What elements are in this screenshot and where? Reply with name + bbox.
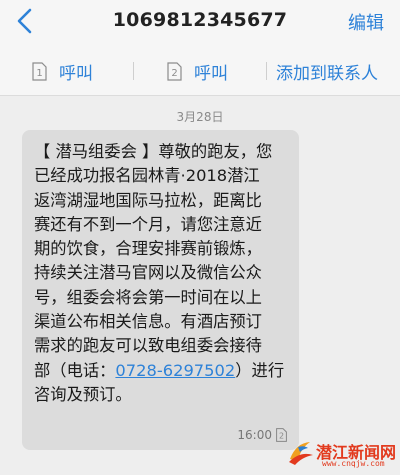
top-bar: 1069812345677 编辑	[0, 0, 400, 44]
conversation-title: 1069812345677	[112, 9, 288, 31]
sim2-icon: 2	[167, 61, 182, 81]
message-time: 16:00	[237, 428, 272, 442]
message-meta: 16:00 2	[237, 428, 287, 442]
message-line: 【 潜马组委会 】尊敬的跑友，您	[34, 142, 273, 161]
sim1-number: 1	[36, 68, 42, 79]
message-bubble[interactable]: 【 潜马组委会 】尊敬的跑友，您 已经成功报名园林青·2018潜江 返湾湖湿地国…	[22, 130, 299, 450]
message-line: 号，组委会将会第一时间在以上	[34, 287, 262, 307]
message-line: 咨询及预订。	[34, 384, 132, 404]
add-to-contacts-label: 添加到联系人	[276, 63, 378, 84]
phone-link[interactable]: 0728-6297502	[115, 361, 235, 380]
action-divider	[133, 62, 134, 80]
message-body: 【 潜马组委会 】尊敬的跑友，您 已经成功报名园林青·2018潜江 返湾湖湿地国…	[34, 140, 296, 407]
sim-badge-number: 2	[279, 432, 284, 441]
call-sim1-label: 呼叫	[59, 63, 93, 84]
action-bar: 1 呼叫 2 呼叫 添加到联系人	[0, 44, 400, 96]
message-date: 3月28日	[176, 110, 224, 124]
message-line: 持续关注潜马官网以及微信公众	[34, 263, 262, 283]
phone-prefix: 部（电话：	[34, 360, 116, 380]
message-line: 赛还有不到一个月，请您注意近	[34, 214, 262, 234]
message-line: 需求的跑友可以致电组委会接待	[34, 336, 262, 356]
sim1-icon: 1	[32, 61, 47, 81]
call-sim2-button[interactable]: 2 呼叫	[167, 59, 228, 84]
news-site-watermark: 潜江新闻网 www.cnqjw.com	[286, 437, 396, 471]
message-line-with-phone: 部（电话：0728-6297502）进行	[34, 359, 296, 383]
add-to-contacts-button[interactable]: 添加到联系人	[276, 59, 378, 84]
edit-button[interactable]: 编辑	[348, 9, 384, 35]
action-divider	[266, 62, 267, 80]
call-sim1-button[interactable]: 1 呼叫	[32, 59, 93, 84]
sim2-number: 2	[171, 68, 177, 79]
news-logo-icon	[289, 442, 313, 465]
phone-suffix: ）进行	[235, 360, 285, 380]
message-line: 已经成功报名园林青·2018潜江	[34, 166, 260, 186]
message-line: 返湾湖湿地国际马拉松，距离比	[34, 190, 262, 210]
message-line: 渠道公布相关信息。有酒店预订	[34, 312, 262, 332]
watermark-url: www.cnqjw.com	[322, 459, 385, 468]
call-sim2-label: 呼叫	[194, 63, 228, 84]
message-line: 期的饮食，合理安排赛前锻炼，	[34, 239, 262, 259]
